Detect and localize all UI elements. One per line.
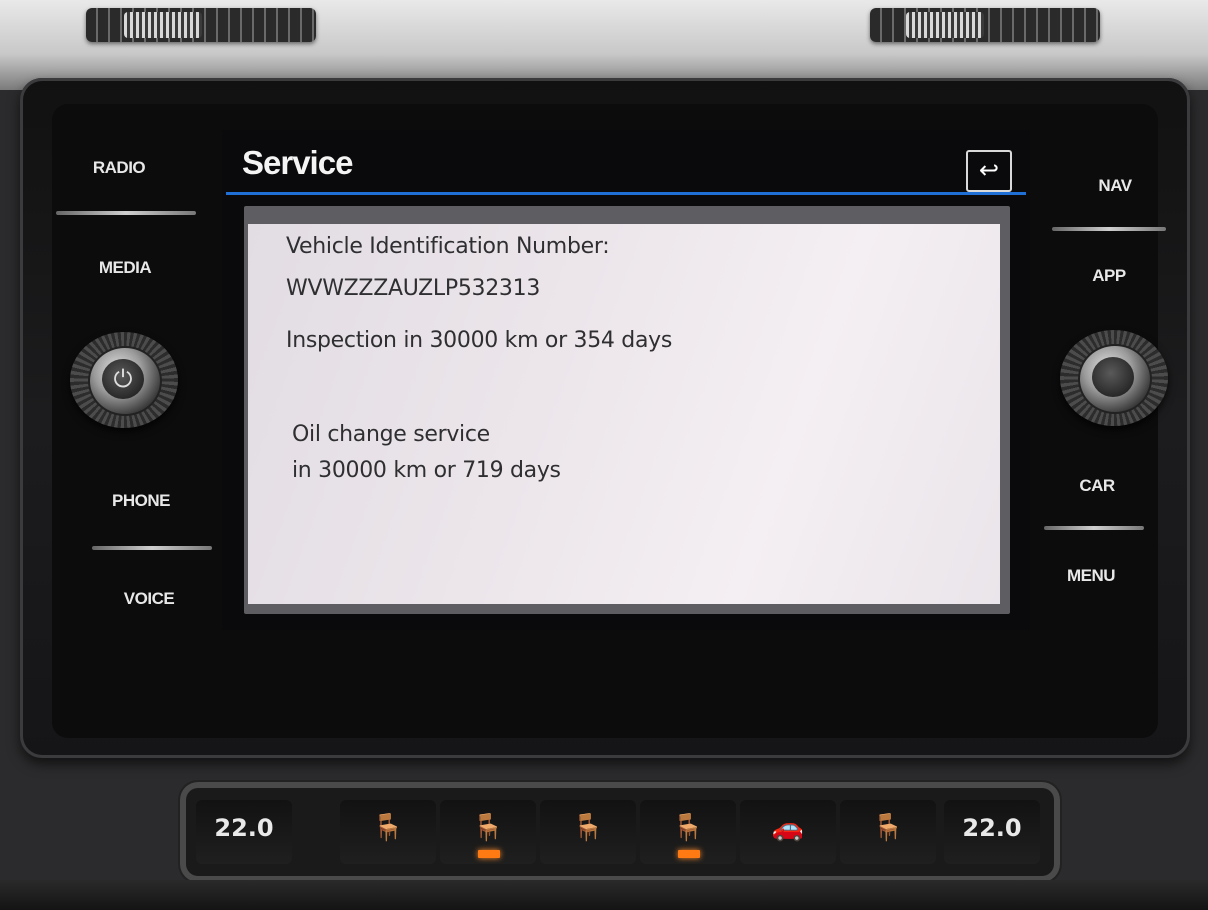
status-led	[678, 850, 700, 858]
seat-heat-left-button[interactable]: 🪑	[340, 800, 436, 864]
button-divider	[1052, 227, 1166, 231]
status-led	[478, 850, 500, 858]
seat-heat-icon: 🪑	[571, 813, 605, 843]
left-temperature-display[interactable]: 22.0	[196, 800, 292, 864]
volume-power-knob[interactable]: ⏻	[70, 332, 178, 428]
seat-heat-left-2-button[interactable]: 🪑	[540, 800, 636, 864]
seat-heat-right-button[interactable]: 🪑	[840, 800, 936, 864]
button-divider	[1044, 526, 1144, 530]
seat-icon: 🪑	[871, 813, 905, 843]
page-title: Service	[242, 144, 353, 181]
service-info-panel: Vehicle Identification Number: WVWZZZAUZ…	[248, 224, 1000, 604]
button-divider	[56, 211, 196, 215]
knob-cap[interactable]	[1078, 344, 1152, 414]
media-button[interactable]: MEDIA	[70, 258, 180, 278]
car-button[interactable]: CAR	[1042, 476, 1152, 496]
right-air-vent[interactable]	[870, 8, 1100, 42]
recirculation-button[interactable]: 🚗	[740, 800, 836, 864]
vent-roller[interactable]	[124, 12, 202, 38]
phone-button[interactable]: PHONE	[86, 491, 196, 511]
nav-button[interactable]: NAV	[1060, 176, 1170, 196]
climate-control-panel: 22.0 🪑 🪑 🪑 🪑 🚗 🪑 22.0	[180, 782, 1060, 882]
app-button[interactable]: APP	[1054, 266, 1164, 286]
dashboard-bottom	[0, 880, 1208, 910]
vin-value: WVWZZZAUZLP532313	[286, 276, 541, 301]
voice-button[interactable]: VOICE	[94, 589, 204, 609]
radio-button[interactable]: RADIO	[64, 158, 174, 178]
seat-vent-right-button[interactable]: 🪑	[640, 800, 736, 864]
back-button[interactable]: ↩	[966, 150, 1012, 192]
left-air-vent[interactable]	[86, 8, 316, 42]
knob-cap[interactable]: ⏻	[88, 346, 162, 416]
button-divider	[92, 546, 212, 550]
seat-ventilation-icon: 🪑	[471, 813, 505, 843]
oil-change-line-2: in 30000 km or 719 days	[292, 458, 561, 483]
right-temp-value: 22.0	[962, 814, 1022, 842]
inspection-info: Inspection in 30000 km or 354 days	[286, 328, 673, 353]
vin-label: Vehicle Identification Number:	[286, 234, 610, 259]
tune-scroll-knob[interactable]	[1060, 330, 1168, 426]
title-bar: Service ↩	[226, 134, 1026, 192]
power-icon: ⏻	[102, 359, 144, 399]
oil-change-line-1: Oil change service	[292, 422, 490, 447]
vent-roller[interactable]	[906, 12, 984, 38]
car-recirculation-icon: 🚗	[771, 813, 805, 843]
seat-ventilation-icon: 🪑	[671, 813, 705, 843]
seat-vent-left-button[interactable]: 🪑	[440, 800, 536, 864]
right-temperature-display[interactable]: 22.0	[944, 800, 1040, 864]
seat-icon: 🪑	[371, 813, 405, 843]
left-temp-value: 22.0	[214, 814, 274, 842]
menu-button[interactable]: MENU	[1036, 566, 1146, 586]
touchscreen[interactable]: Service ↩ Vehicle Identification Number:…	[222, 130, 1030, 630]
knob-center	[1092, 357, 1134, 397]
back-arrow-icon: ↩	[978, 156, 1000, 184]
title-underline	[226, 192, 1026, 195]
